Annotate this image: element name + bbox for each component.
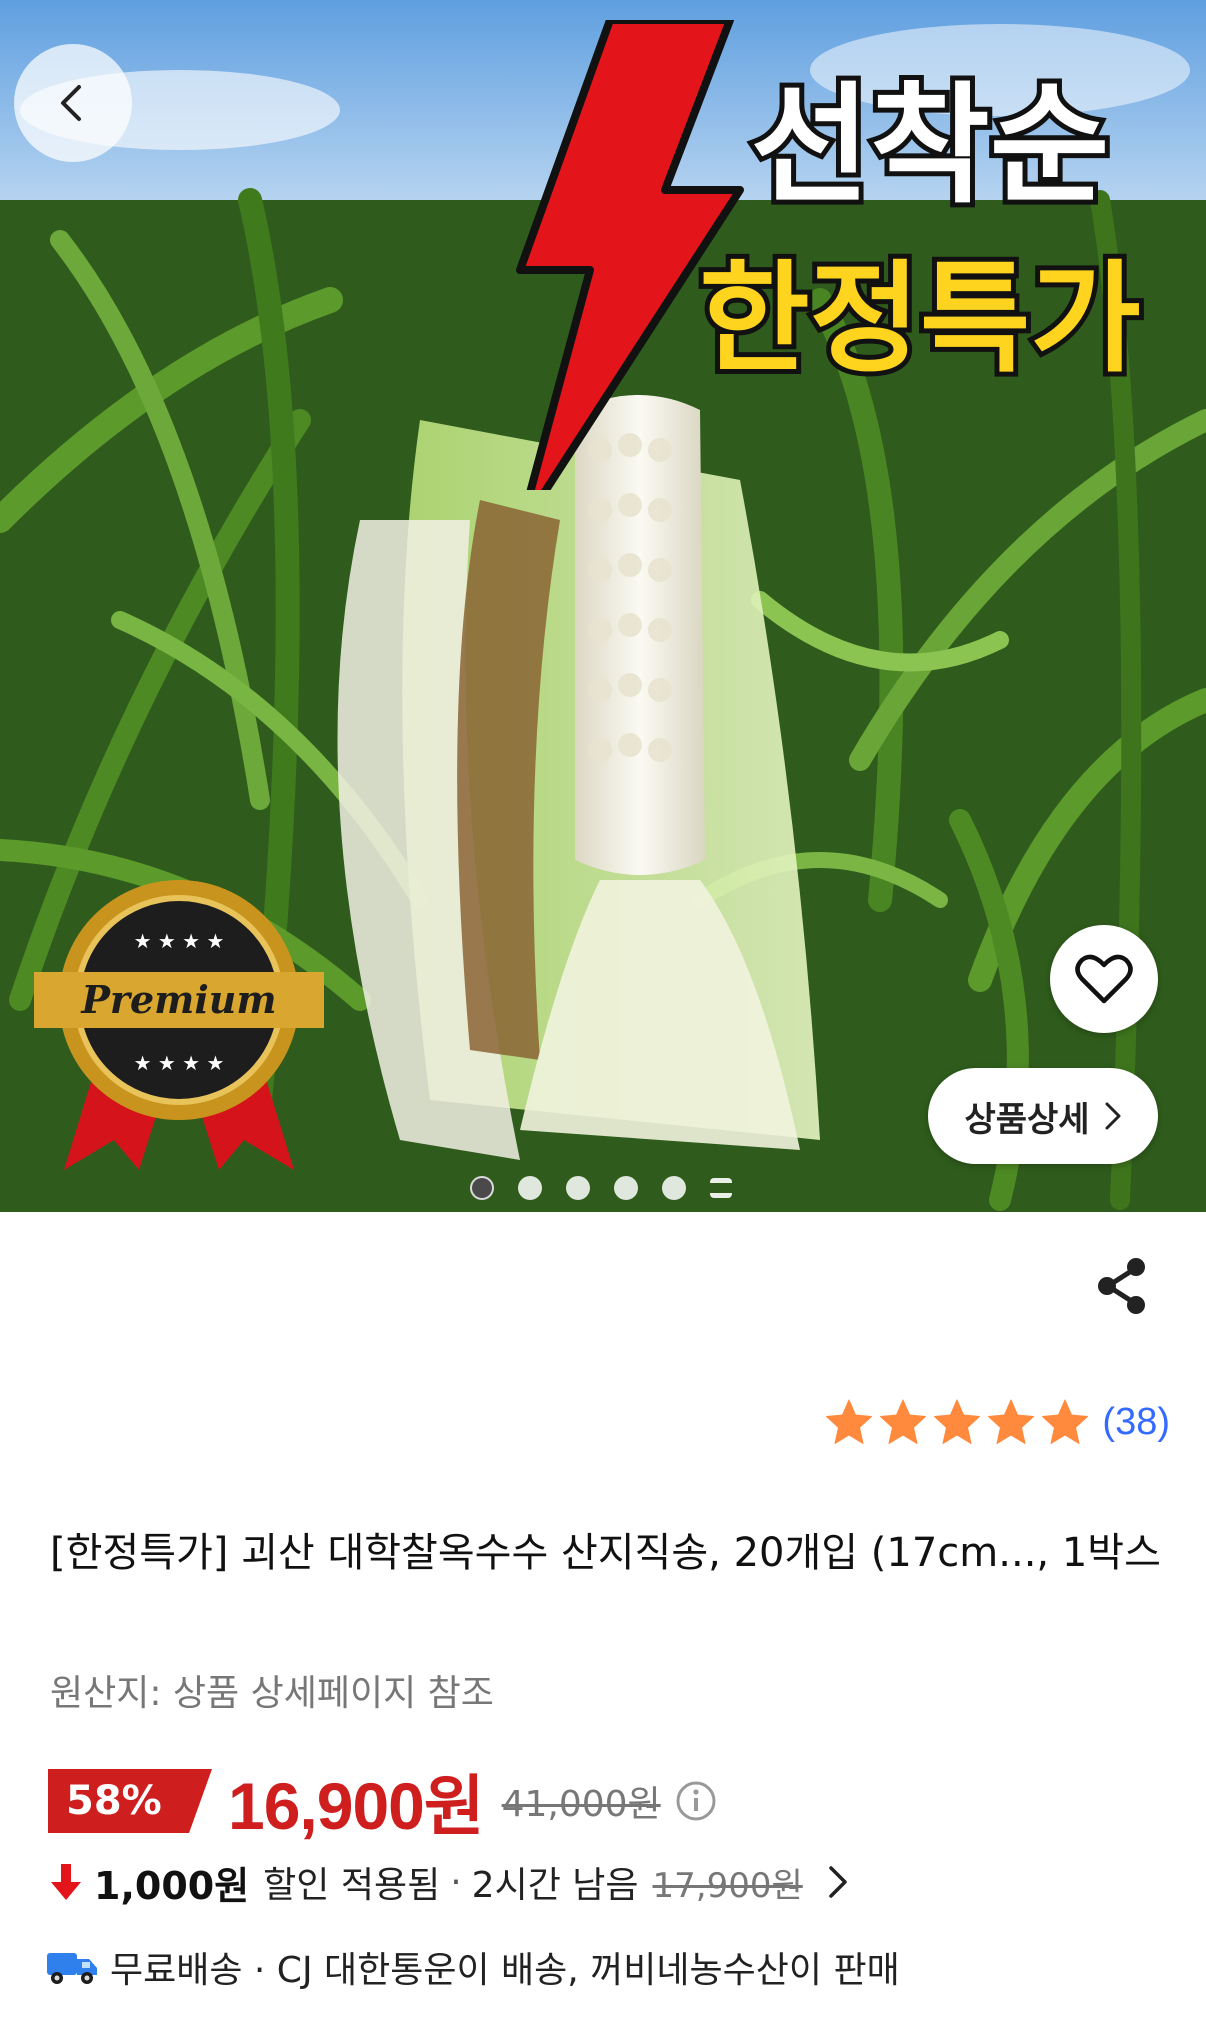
- coupon-old-price: 17,900원: [652, 1865, 803, 1906]
- badge-text: Premium: [80, 977, 276, 1022]
- coupon-separator: ·: [450, 1861, 462, 1903]
- share-icon[interactable]: [1094, 1256, 1150, 1316]
- original-price: 41,000원: [501, 1784, 661, 1825]
- wishlist-button[interactable]: [1050, 925, 1158, 1033]
- badge-stars-top: ★ ★ ★ ★: [134, 929, 225, 953]
- coupon-amount: 1,000원: [94, 1863, 250, 1908]
- product-image-carousel[interactable]: 선착순 한정특가 Premium ★ ★ ★ ★ ★ ★ ★ ★ 상품상세: [0, 0, 1206, 1212]
- chevron-right-icon: [1105, 1102, 1121, 1130]
- coupon-discount-row[interactable]: 1,000원 할인 적용됨 · 2시간 남음 17,900원: [48, 1854, 849, 1910]
- discount-rate-badge: 58%: [48, 1769, 212, 1833]
- rating-stars: [824, 1398, 1090, 1446]
- sale-price: 16,900원: [228, 1769, 485, 1843]
- review-count[interactable]: (38): [1102, 1401, 1170, 1444]
- info-icon[interactable]: [675, 1780, 717, 1822]
- star-icon: [934, 1399, 981, 1444]
- heart-icon: [1075, 954, 1133, 1004]
- carousel-dot[interactable]: [518, 1176, 542, 1200]
- chevron-right-icon: [829, 1866, 847, 1898]
- delivery-text: 무료배송 · CJ 대한통운이 배송, 꺼비네농수산이 판매: [110, 1950, 900, 1991]
- rating[interactable]: (38): [824, 1398, 1170, 1446]
- star-icon: [880, 1399, 927, 1444]
- back-arrow-icon: [61, 85, 81, 121]
- badge-stars-bottom: ★ ★ ★ ★: [134, 1051, 225, 1075]
- carousel-indicator: [470, 1176, 732, 1200]
- price-row: 58% 16,900원 41,000원: [48, 1766, 717, 1843]
- promo-banner: 선착순 한정특가: [516, 20, 1146, 490]
- origin-info: 원산지: 상품 상세페이지 참조: [50, 1673, 494, 1714]
- carousel-dot[interactable]: [566, 1176, 590, 1200]
- carousel-more-icon[interactable]: [710, 1178, 732, 1198]
- star-icon: [826, 1399, 873, 1444]
- premium-badge: Premium ★ ★ ★ ★ ★ ★ ★ ★: [34, 880, 324, 1170]
- carousel-dot[interactable]: [662, 1176, 686, 1200]
- coupon-applied-text: 할인 적용됨: [263, 1865, 441, 1906]
- star-icon: [988, 1399, 1035, 1444]
- down-arrow-icon: [51, 1864, 81, 1900]
- star-icon: [1042, 1399, 1089, 1444]
- product-title: [한정특가] 괴산 대학찰옥수수 산지직송, 20개입 (17cm..., 1박…: [50, 1530, 1161, 1576]
- product-detail-button[interactable]: 상품상세: [928, 1068, 1158, 1164]
- product-detail-label: 상품상세: [964, 1099, 1090, 1140]
- promo-line-2: 한정특가: [699, 250, 1141, 389]
- back-button[interactable]: [14, 44, 132, 162]
- delivery-info: 무료배송 · CJ 대한통운이 배송, 꺼비네농수산이 판매: [46, 1940, 900, 1994]
- promo-line-1: 선착순: [751, 69, 1110, 221]
- truck-icon: [47, 1953, 97, 1984]
- carousel-dot-active[interactable]: [470, 1176, 494, 1200]
- coupon-remaining-time: 2시간 남음: [471, 1865, 639, 1906]
- carousel-dot[interactable]: [614, 1176, 638, 1200]
